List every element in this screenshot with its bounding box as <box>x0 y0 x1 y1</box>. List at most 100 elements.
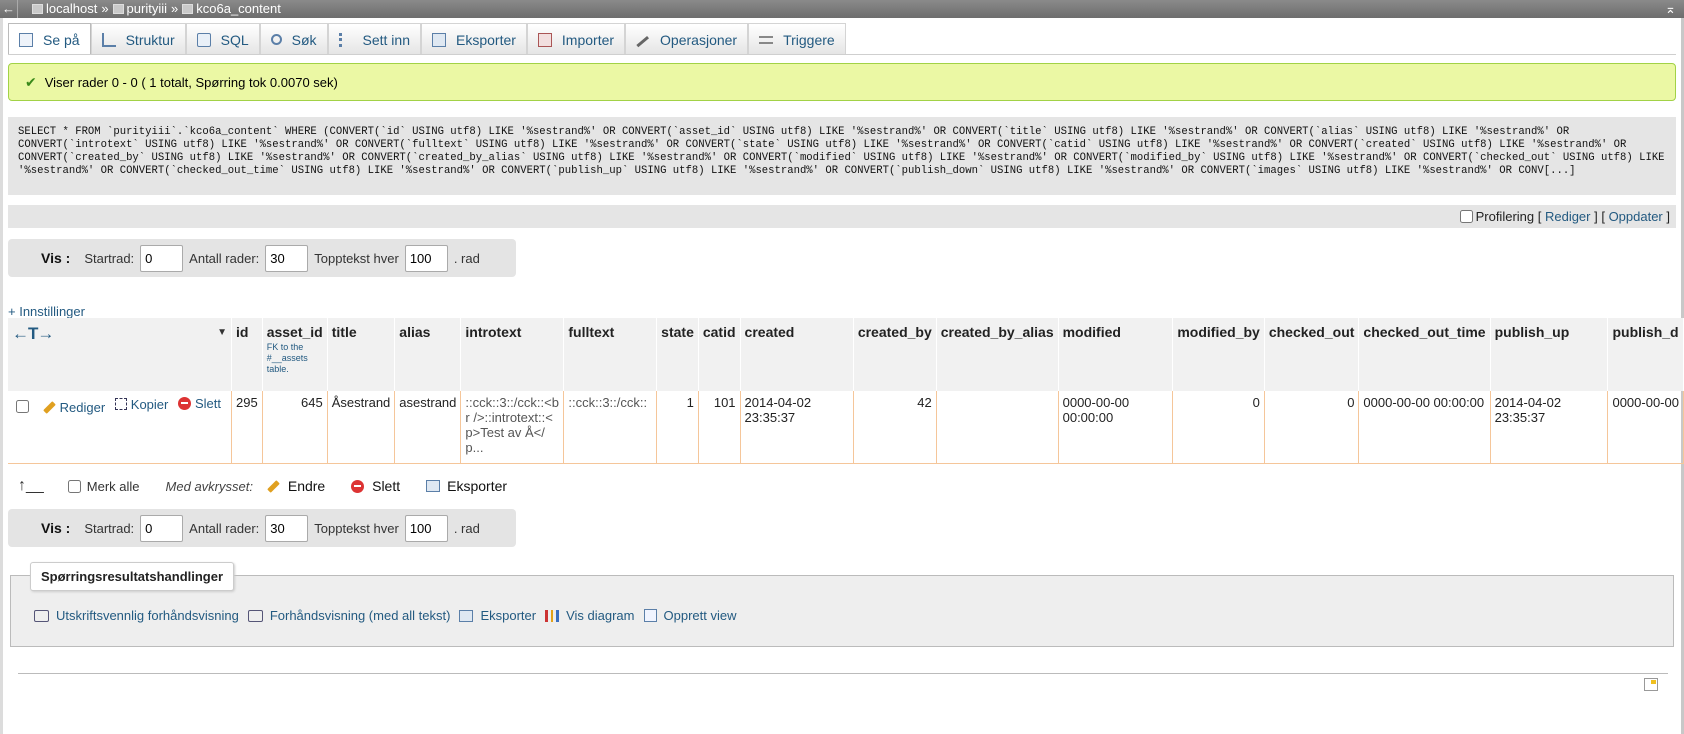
browse-icon <box>19 32 33 47</box>
row-suffix-label: . rad <box>453 520 480 536</box>
cell-asset-id[interactable]: 645 <box>262 391 328 464</box>
column-header-title[interactable]: title <box>327 318 396 391</box>
bulk-actions: ↑__ Merk alle Med avkrysset: Endre Slett… <box>18 475 533 497</box>
header-every-input[interactable] <box>404 244 448 272</box>
row-checkbox[interactable] <box>16 400 29 414</box>
cell-introtext[interactable]: ::cck::3::/cck::<br />::introtext::<p>Te… <box>460 391 565 464</box>
tab-bar: Se på Struktur SQL Søk Sett inn Eksporte… <box>8 23 1676 55</box>
refresh-query-link[interactable]: Oppdater <box>1609 209 1663 224</box>
cell-modified[interactable]: 0000-00-00 00:00:00 <box>1058 391 1174 464</box>
select-all-checkbox[interactable] <box>67 479 81 493</box>
column-header-created[interactable]: created <box>740 318 854 391</box>
tab-underline <box>8 54 1676 55</box>
column-header-alias[interactable]: alias <box>394 318 462 391</box>
profiling-label: Profilering <box>1475 209 1535 224</box>
profiling-checkbox[interactable] <box>1459 210 1473 223</box>
row-count-input[interactable] <box>265 514 309 542</box>
column-header-publish-up[interactable]: publish_up <box>1490 318 1609 391</box>
tab-operations[interactable]: Operasjoner <box>625 23 749 55</box>
cell-checked-out-time[interactable]: 0000-00-00 00:00:00 <box>1358 391 1491 464</box>
cell-modified-by[interactable]: 0 <box>1172 391 1265 464</box>
cell-id[interactable]: 295 <box>231 391 263 464</box>
cell-created[interactable]: 2014-04-02 23:35:37 <box>740 391 854 464</box>
column-header-created-by-alias[interactable]: created_by_alias <box>936 318 1059 391</box>
column-header-state[interactable]: state <box>656 318 699 391</box>
view-icon <box>643 609 657 622</box>
tab-browse[interactable]: Se på <box>8 23 91 55</box>
tab-triggers[interactable]: Triggere <box>748 23 846 55</box>
collapse-icon[interactable]: ⌅ <box>1665 0 1676 18</box>
query-operations-links: Utskriftsvennlig forhåndsvisning Forhånd… <box>34 608 745 623</box>
console-icon[interactable] <box>1644 678 1658 691</box>
column-arrows-icon[interactable]: ←T→ <box>12 324 54 343</box>
wrench-icon <box>636 35 650 48</box>
print-view-full-link[interactable]: Forhåndsvisning (med all tekst) <box>247 608 450 623</box>
breadcrumb: ← localhost » purityiii » kco6a_content … <box>0 0 1684 18</box>
column-header-checked-out[interactable]: checked_out <box>1264 318 1360 391</box>
cell-catid[interactable]: 101 <box>698 391 741 464</box>
export-link[interactable]: Eksporter <box>459 608 536 623</box>
row-copy-link[interactable]: Kopier <box>114 397 168 412</box>
column-header-asset-id[interactable]: asset_id FK to the #__assets table. <box>262 318 328 391</box>
bulk-edit-button[interactable]: Endre <box>267 478 325 494</box>
start-row-input[interactable] <box>140 244 184 272</box>
cell-checked-out[interactable]: 0 <box>1264 391 1360 464</box>
breadcrumb-database[interactable]: purityiii <box>112 0 167 18</box>
search-icon <box>270 34 282 45</box>
cell-publish-down[interactable]: 0000-00-00 <box>1607 391 1684 464</box>
tab-insert[interactable]: Sett inn <box>327 23 421 55</box>
server-icon <box>32 4 43 14</box>
column-header-fulltext[interactable]: fulltext <box>563 318 658 391</box>
cell-title[interactable]: Åsestrand <box>327 391 396 464</box>
tab-import[interactable]: Importer <box>526 23 626 55</box>
show-button[interactable]: Vis : <box>41 250 70 266</box>
column-header-modified[interactable]: modified <box>1058 318 1174 391</box>
sort-dropdown-icon[interactable]: ▼ <box>217 327 227 338</box>
row-count-label: Antall rader: <box>189 520 260 536</box>
column-header-created-by[interactable]: created_by <box>853 318 937 391</box>
cell-state[interactable]: 1 <box>656 391 699 464</box>
checkmark-icon: ✔ <box>25 73 37 90</box>
trigger-icon <box>759 35 774 44</box>
display-chart-link[interactable]: Vis diagram <box>545 608 635 623</box>
print-view-link[interactable]: Utskriftsvennlig forhåndsvisning <box>34 608 239 623</box>
column-header-checked-out-time[interactable]: checked_out_time <box>1358 318 1491 391</box>
bulk-export-button[interactable]: Eksporter <box>426 478 507 494</box>
row-delete-link[interactable]: Slett <box>177 396 221 411</box>
tab-structure[interactable]: Struktur <box>90 23 186 55</box>
tab-search[interactable]: Søk <box>259 23 328 55</box>
settings-link[interactable]: + Innstillinger <box>8 304 85 319</box>
edit-query-link[interactable]: Rediger <box>1545 209 1591 224</box>
printer-icon <box>34 609 49 622</box>
column-header-publish-down[interactable]: publish_d <box>1607 318 1684 391</box>
cell-fulltext[interactable]: ::cck::3::/cck:: <box>563 391 658 464</box>
create-view-link[interactable]: Opprett view <box>643 608 736 623</box>
column-header-id[interactable]: id <box>231 318 263 391</box>
row-edit-link[interactable]: Rediger <box>42 400 105 415</box>
column-header-introtext[interactable]: introtext <box>460 318 565 391</box>
row-count-label: Antall rader: <box>189 250 260 266</box>
results-table: ←T→ ▼ id asset_id FK to the #__assets ta… <box>8 318 1684 464</box>
column-header-catid[interactable]: catid <box>698 318 741 391</box>
header-every-input[interactable] <box>404 514 448 542</box>
select-all-label[interactable]: Merk alle <box>87 479 140 494</box>
column-header-modified-by[interactable]: modified_by <box>1172 318 1265 391</box>
cell-publish-up[interactable]: 2014-04-02 23:35:37 <box>1490 391 1609 464</box>
bulk-delete-button[interactable]: Slett <box>351 478 400 494</box>
breadcrumb-table[interactable]: kco6a_content <box>182 0 281 18</box>
show-button[interactable]: Vis : <box>41 520 70 536</box>
header-every-label: Topptekst hver <box>314 520 399 536</box>
chart-icon <box>545 609 560 622</box>
copy-icon <box>114 398 127 410</box>
cell-created-by-alias[interactable] <box>936 391 1059 464</box>
tab-export[interactable]: Eksporter <box>421 23 527 55</box>
column-controls-header: ←T→ ▼ <box>8 318 232 391</box>
row-count-input[interactable] <box>265 244 309 272</box>
cell-alias[interactable]: asestrand <box>394 391 462 464</box>
cell-created-by[interactable]: 42 <box>853 391 937 464</box>
back-arrow-icon[interactable]: ← <box>0 0 18 18</box>
start-row-input[interactable] <box>140 514 184 542</box>
success-message: ✔ Viser rader 0 - 0 ( 1 totalt, Spørring… <box>8 63 1676 101</box>
tab-sql[interactable]: SQL <box>185 23 260 55</box>
breadcrumb-server[interactable]: localhost <box>32 0 97 18</box>
